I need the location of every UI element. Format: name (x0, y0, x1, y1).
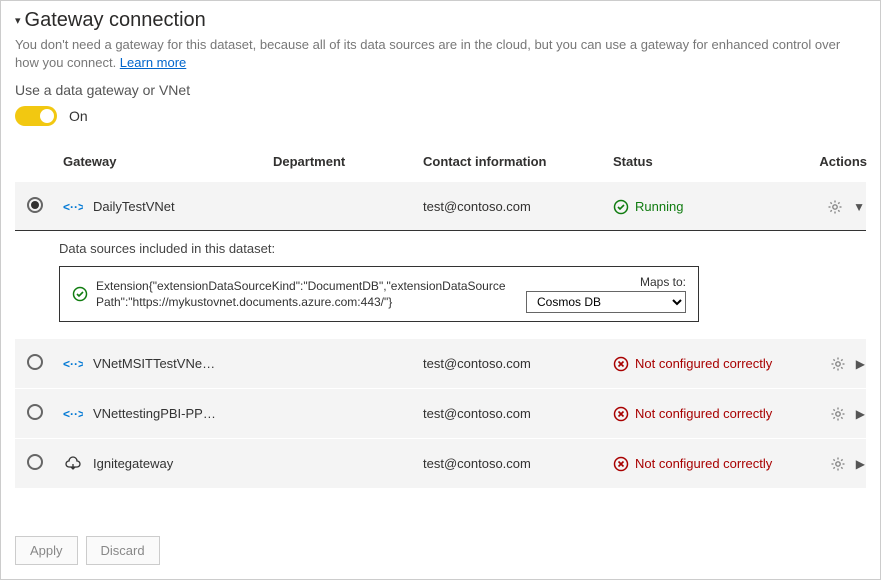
col-status: Status (613, 154, 813, 169)
gateway-name: VNetMSITTestVNe… (93, 356, 215, 371)
chevron-right-icon[interactable]: ▶ (856, 457, 865, 471)
gear-icon[interactable] (830, 406, 846, 422)
gateway-radio[interactable] (27, 404, 43, 420)
discard-button[interactable]: Discard (86, 536, 160, 565)
gateway-name: Ignitegateway (93, 456, 173, 471)
toggle-row: On (15, 106, 866, 126)
gateway-row[interactable]: <··> VNettestingPBI-PP… test@contoso.com… (15, 388, 866, 438)
page-title: Gateway connection (25, 9, 206, 32)
datasource-panel: Data sources included in this dataset: E… (15, 230, 866, 338)
x-circle-icon (613, 406, 629, 422)
gear-icon[interactable] (827, 199, 843, 215)
toggle-state-label: On (69, 108, 88, 124)
col-contact: Contact information (423, 154, 613, 169)
chevron-right-icon[interactable]: ▶ (856, 357, 865, 371)
maps-to-select[interactable]: Cosmos DB (526, 291, 686, 313)
gateway-status: Not configured correctly (613, 406, 813, 422)
datasource-panel-title: Data sources included in this dataset: (59, 241, 836, 256)
gateway-radio[interactable] (27, 197, 43, 213)
gateway-status: Not configured correctly (613, 356, 813, 372)
status-text: Not configured correctly (635, 356, 772, 371)
learn-more-link[interactable]: Learn more (120, 55, 186, 70)
svg-text:<··>: <··> (63, 407, 83, 421)
status-text: Not configured correctly (635, 456, 772, 471)
maps-to-label: Maps to: (640, 275, 686, 289)
x-circle-icon (613, 356, 629, 372)
gear-icon[interactable] (830, 456, 846, 472)
gateway-contact: test@contoso.com (423, 456, 613, 471)
collapse-caret-icon[interactable]: ▾ (15, 14, 21, 27)
cloud-gateway-icon (63, 456, 83, 472)
gateway-contact: test@contoso.com (423, 356, 613, 371)
button-row: Apply Discard (15, 536, 160, 565)
datasource-box: Extension{"extensionDataSourceKind":"Doc… (59, 266, 699, 322)
check-circle-icon (72, 286, 88, 302)
gateway-row[interactable]: <··> DailyTestVNet test@contoso.com Runn… (15, 181, 866, 231)
datasource-text: Extension{"extensionDataSourceKind":"Doc… (96, 278, 508, 312)
status-text: Not configured correctly (635, 406, 772, 421)
section-header: ▾ Gateway connection (15, 9, 866, 32)
gateway-contact: test@contoso.com (423, 406, 613, 421)
gateway-name: VNettestingPBI-PP… (93, 406, 216, 421)
status-text: Running (635, 199, 683, 214)
svg-text:<··>: <··> (63, 200, 83, 214)
gateway-radio[interactable] (27, 354, 43, 370)
gateway-radio[interactable] (27, 454, 43, 470)
toggle-knob (40, 109, 54, 123)
col-actions: Actions (813, 154, 873, 169)
use-gateway-toggle[interactable] (15, 106, 57, 126)
gateway-status: Running (613, 199, 813, 215)
col-gateway: Gateway (63, 154, 273, 169)
table-header: Gateway Department Contact information S… (15, 144, 866, 181)
use-gateway-label: Use a data gateway or VNet (15, 82, 866, 98)
gear-icon[interactable] (830, 356, 846, 372)
description-text: You don't need a gateway for this datase… (15, 36, 866, 72)
vnet-icon: <··> (63, 357, 83, 371)
apply-button[interactable]: Apply (15, 536, 78, 565)
col-department: Department (273, 154, 423, 169)
check-circle-icon (613, 199, 629, 215)
x-circle-icon (613, 456, 629, 472)
vnet-icon: <··> (63, 200, 83, 214)
gateway-status: Not configured correctly (613, 456, 813, 472)
chevron-down-icon[interactable]: ▼ (853, 200, 865, 214)
gateway-name: DailyTestVNet (93, 199, 175, 214)
gateway-row[interactable]: Ignitegateway test@contoso.com Not confi… (15, 438, 866, 488)
vnet-icon: <··> (63, 407, 83, 421)
gateway-contact: test@contoso.com (423, 199, 613, 214)
svg-text:<··>: <··> (63, 357, 83, 371)
chevron-right-icon[interactable]: ▶ (856, 407, 865, 421)
gateway-row[interactable]: <··> VNetMSITTestVNe… test@contoso.com N… (15, 338, 866, 388)
